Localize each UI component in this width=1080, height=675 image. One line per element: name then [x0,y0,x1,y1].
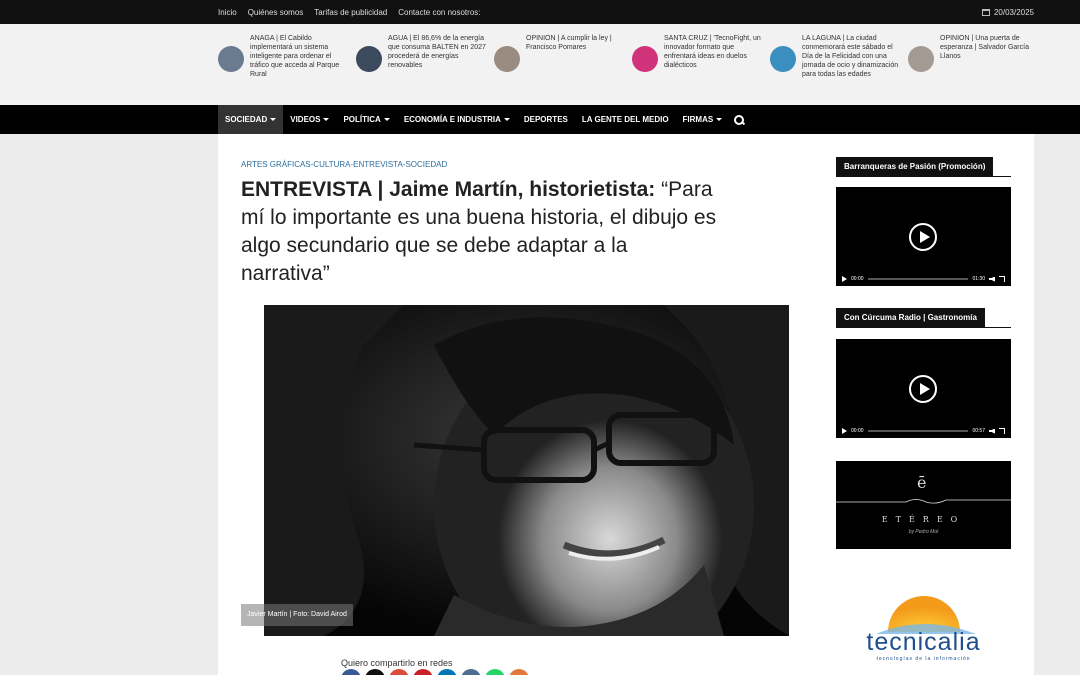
caret-down-icon [716,118,723,122]
ticker-headline: ANAGA | El Cabildo implementará un siste… [250,35,340,78]
nav-label: VIDEOS [290,115,321,124]
nav-label: LA GENTE DEL MEDIO [581,115,669,124]
pinterest-share-icon[interactable] [413,669,433,675]
ticker-item[interactable]: LA LAGUNA | La ciudad conmemorará este s… [770,34,902,98]
share-buttons [341,669,529,675]
volume-icon[interactable] [989,276,995,282]
ticker-thumbnail [770,46,796,72]
tecnicalia-tagline: tecnologías de la información [876,656,971,662]
ticker-headline: SANTA CRUZ | 'TecnoFight, un innovador f… [664,35,761,69]
ethereo-signature: by Pedro Mol [908,529,939,535]
ticker-thumbnail [632,46,658,72]
nav-videos[interactable]: VIDEOS [283,105,336,134]
widget-title-curcuma: Con Cúrcuma Radio | Gastronomía [836,308,985,328]
play-icon[interactable] [909,375,937,403]
wave-line-icon [836,499,1011,504]
ticker-headline: AGUA | El 86,6% de la energía que consum… [388,35,486,69]
main-navbar: SOCIEDAD VIDEOS POLÍTICA ECONOMÍA E INDU… [0,105,1080,134]
ticker-thumbnail [494,46,520,72]
main-nav: SOCIEDAD VIDEOS POLÍTICA ECONOMÍA E INDU… [218,105,749,134]
email-share-icon[interactable] [509,669,529,675]
progress-bar[interactable] [867,430,969,432]
play-icon[interactable] [909,223,937,251]
nav-firmas[interactable]: FIRMAS [676,105,730,134]
photo-caption: Javier Martín | Foto: David Airod [241,604,353,626]
tecnicalia-name: tecnicalia [866,628,981,656]
nav-economia[interactable]: ECONOMÍA E INDUSTRIA [397,105,517,134]
time-total: 00:57 [972,428,985,434]
link-tarifas[interactable]: Tarifas de publicidad [314,8,387,17]
nav-gente-del-medio[interactable]: LA GENTE DEL MEDIO [575,105,676,134]
ethereo-mark: ē [917,473,927,492]
search-icon[interactable] [729,105,749,134]
google-share-icon[interactable] [389,669,409,675]
play-small-icon[interactable] [842,428,847,434]
widget-divider [836,327,1011,328]
ticker-item[interactable]: OPINIÓN | A cumplir la ley | Francisco P… [494,34,626,98]
nav-deportes[interactable]: DEPORTES [517,105,575,134]
fullscreen-icon[interactable] [999,428,1005,434]
facebook-share-icon[interactable] [341,669,361,675]
widget-divider [836,176,1011,177]
ticker-headline: OPINIÓN | Una puerta de esperanza | Salv… [940,35,1029,60]
ethereo-ad[interactable]: ē ETÉREO by Pedro Mol [836,461,1011,549]
widget-title-barranqueras: Barranqueras de Pasión (Promoción) [836,157,994,177]
sunrise-logo-icon [876,596,976,634]
calendar-icon [981,9,990,16]
time-total: 01:30 [972,276,985,282]
ticker-item[interactable]: OPINIÓN | Una puerta de esperanza | Salv… [908,34,1040,98]
ticker-item[interactable]: AGUA | El 86,6% de la energía que consum… [356,34,488,98]
ticker-headline: LA LAGUNA | La ciudad conmemorará este s… [802,35,899,78]
date-display: 20/03/2025 [981,8,1034,17]
article-title-main: ENTREVISTA | Jaime Martín, historietista… [241,178,656,201]
nav-sociedad[interactable]: SOCIEDAD [218,105,284,134]
video-player-curcuma[interactable]: 00:00 00:57 [836,339,1011,438]
time-current: 00:00 [851,276,864,282]
link-inicio[interactable]: Inicio [218,8,237,17]
article-categories[interactable]: ARTES GRÁFICAS-CULTURA-ENTREVISTA-SOCIED… [241,160,447,169]
ethereo-word: ETÉREO [881,515,966,524]
ticker-thumbnail [908,46,934,72]
ticker-thumbnail [218,46,244,72]
ticker-thumbnail [356,46,382,72]
top-bar: Inicio Quiénes somos Tarifas de publicid… [0,0,1080,24]
nav-label: FIRMAS [682,115,714,124]
time-current: 00:00 [851,428,864,434]
video-player-barranqueras[interactable]: 00:00 01:30 [836,187,1011,286]
video-controls: 00:00 01:30 [836,272,1011,286]
linkedin-share-icon[interactable] [437,669,457,675]
whatsapp-share-icon[interactable] [485,669,505,675]
nav-label: DEPORTES [523,115,568,124]
top-links: Inicio Quiénes somos Tarifas de publicid… [218,8,481,17]
date-text: 20/03/2025 [993,8,1034,17]
caret-down-icon [383,118,390,122]
volume-icon[interactable] [989,428,995,434]
portrait-image [264,305,789,636]
ticker-item[interactable]: SANTA CRUZ | 'TecnoFight, un innovador f… [632,34,764,98]
link-contacte[interactable]: Contacte con nosotros: [398,8,480,17]
tecnicalia-ad[interactable]: tecnicalia tecnologías de la información [836,574,1011,670]
progress-bar[interactable] [867,278,969,280]
nav-label: POLÍTICA [343,115,381,124]
caret-down-icon [503,118,510,122]
play-small-icon[interactable] [842,276,847,282]
tumblr-share-icon[interactable] [461,669,481,675]
news-ticker: ANAGA | El Cabildo implementará un siste… [0,24,1080,105]
caret-down-icon [270,118,277,122]
article-photo [264,305,789,636]
fullscreen-icon[interactable] [999,276,1005,282]
nav-label: ECONOMÍA E INDUSTRIA [403,115,501,124]
caret-down-icon [323,118,330,122]
video-controls: 00:00 00:57 [836,424,1011,438]
ticker-item[interactable]: ANAGA | El Cabildo implementará un siste… [218,34,350,98]
link-quienes-somos[interactable]: Quiénes somos [248,8,304,17]
nav-politica[interactable]: POLÍTICA [336,105,396,134]
main-content: ARTES GRÁFICAS-CULTURA-ENTREVISTA-SOCIED… [218,134,1034,675]
x-share-icon[interactable] [365,669,385,675]
nav-label: SOCIEDAD [225,115,268,124]
ticker-headline: OPINIÓN | A cumplir la ley | Francisco P… [526,35,612,51]
article-title: ENTREVISTA | Jaime Martín, historietista… [241,176,721,288]
share-label: Quiero compartirlo en redes [341,658,453,668]
